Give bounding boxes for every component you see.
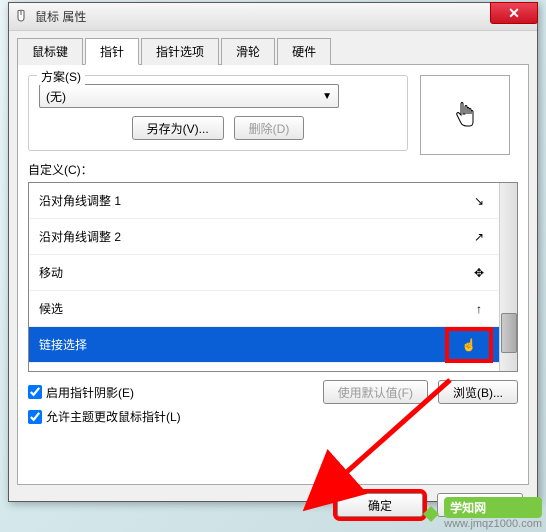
list-item[interactable]: 沿对角线调整 1 ↘ — [29, 183, 499, 219]
theme-label: 允许主题更改鼠标指针(L) — [46, 408, 181, 425]
use-default-button: 使用默认值(F) — [323, 380, 428, 404]
ok-button[interactable]: 确定 — [337, 493, 423, 517]
up-arrow-icon: ↑ — [469, 302, 489, 316]
item-label: 沿对角线调整 1 — [39, 192, 121, 209]
save-as-button[interactable]: 另存为(V)... — [132, 116, 224, 140]
delete-button: 删除(D) — [234, 116, 305, 140]
shadow-label: 启用指针阴影(E) — [46, 384, 134, 401]
scheme-combobox[interactable]: (无) ▼ — [39, 84, 339, 108]
item-label: 移动 — [39, 264, 63, 281]
cursor-preview — [420, 75, 510, 155]
scroll-thumb[interactable] — [501, 313, 517, 353]
tab-strip: 鼠标键 指针 指针选项 滑轮 硬件 — [17, 37, 529, 65]
item-label: 沿对角线调整 2 — [39, 228, 121, 245]
tab-wheel[interactable]: 滑轮 — [221, 38, 275, 65]
window-title: 鼠标 属性 — [35, 8, 533, 25]
hand-icon: ☝ — [449, 331, 489, 359]
diamond-icon — [422, 505, 440, 523]
tab-panel: 方案(S) (无) ▼ 另存为(V)... 删除(D) 自定义(C)： 沿对角线… — [17, 65, 529, 485]
theme-checkbox[interactable] — [28, 410, 42, 424]
custom-label: 自定义(C)： — [28, 161, 518, 178]
scrollbar[interactable] — [499, 183, 517, 371]
dialog-window: 鼠标 属性 ✕ 鼠标键 指针 指针选项 滑轮 硬件 方案(S) (无) ▼ 另存… — [8, 2, 538, 502]
resize-nwse-icon: ↘ — [469, 194, 489, 208]
item-label: 候选 — [39, 300, 63, 317]
scheme-group: 方案(S) (无) ▼ 另存为(V)... 删除(D) — [28, 75, 408, 151]
scheme-value: (无) — [46, 88, 66, 105]
resize-nesw-icon: ↗ — [469, 230, 489, 244]
browse-button[interactable]: 浏览(B)... — [438, 380, 518, 404]
list-item-selected[interactable]: 链接选择 ☝ — [29, 327, 499, 363]
hand-cursor-icon — [453, 101, 477, 129]
tab-pointer-options[interactable]: 指针选项 — [141, 38, 219, 65]
scheme-label: 方案(S) — [37, 68, 85, 85]
watermark-url: www.jmqz1000.com — [444, 518, 542, 530]
chevron-down-icon: ▼ — [322, 91, 332, 102]
list-item[interactable]: 移动 ✥ — [29, 255, 499, 291]
tab-buttons[interactable]: 鼠标键 — [17, 38, 83, 65]
list-item[interactable]: 候选 ↑ — [29, 291, 499, 327]
titlebar: 鼠标 属性 ✕ — [9, 3, 537, 31]
tab-pointers[interactable]: 指针 — [85, 38, 139, 65]
item-label: 链接选择 — [39, 336, 87, 353]
cursor-list: 沿对角线调整 1 ↘ 沿对角线调整 2 ↗ 移动 ✥ 候选 ↑ 链接选择 ☝ — [28, 182, 518, 372]
move-icon: ✥ — [469, 266, 489, 280]
shadow-checkbox[interactable] — [28, 385, 42, 399]
watermark: 学知网 www.jmqz1000.com — [422, 497, 542, 530]
close-button[interactable]: ✕ — [490, 2, 538, 24]
list-item[interactable]: 沿对角线调整 2 ↗ — [29, 219, 499, 255]
list-body[interactable]: 沿对角线调整 1 ↘ 沿对角线调整 2 ↗ 移动 ✥ 候选 ↑ 链接选择 ☝ — [29, 183, 499, 371]
mouse-icon — [13, 9, 29, 25]
watermark-logo: 学知网 — [444, 497, 542, 518]
checkbox-group: 启用指针阴影(E) 使用默认值(F) 浏览(B)... 允许主题更改鼠标指针(L… — [28, 380, 518, 425]
tab-hardware[interactable]: 硬件 — [277, 38, 331, 65]
